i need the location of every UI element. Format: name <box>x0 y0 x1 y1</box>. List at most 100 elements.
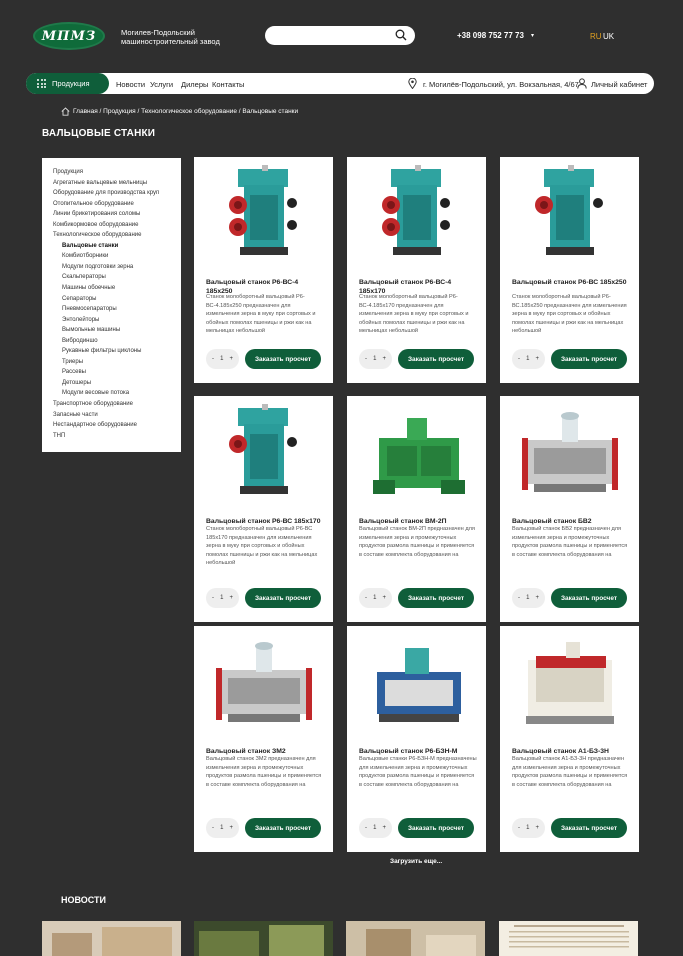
quantity-value[interactable]: 1 <box>526 825 529 831</box>
product-card[interactable]: Вальцовый станок А1-БЗ-3Н Вальцовый стано… <box>500 626 639 852</box>
sidebar-item[interactable]: Модули подготовки зерна <box>53 262 181 273</box>
sidebar-item[interactable]: Энтолейторы <box>53 315 181 326</box>
sidebar-item[interactable]: Пневмосепараторы <box>53 304 181 315</box>
sidebar-item[interactable]: Агрегатные вальцевые мельницы <box>53 178 181 189</box>
product-card[interactable]: Вальцовый станок Р6-ВС-4 185х170 Станок м… <box>347 157 486 383</box>
decrease-button[interactable]: - <box>365 595 367 601</box>
product-card[interactable]: Вальцовый станок БВ2 Вальцовый станок БВ2… <box>500 396 639 622</box>
load-more-button[interactable]: Загрузить еще... <box>390 858 442 865</box>
lang-ru[interactable]: RU <box>590 32 602 41</box>
product-card[interactable]: Вальцовый станок Р6-ВС 185х170 Станок мол… <box>194 396 333 622</box>
product-image[interactable] <box>359 404 474 499</box>
product-image[interactable] <box>206 404 321 499</box>
order-quote-button[interactable]: Заказать просчет <box>398 349 474 369</box>
increase-button[interactable]: + <box>229 825 233 831</box>
product-image[interactable] <box>359 165 474 260</box>
chevron-down-icon[interactable]: ▾ <box>531 32 534 39</box>
sidebar-item[interactable]: Машины обоечные <box>53 283 181 294</box>
product-name[interactable]: Вальцовый станок Р6-ВС 185х250 <box>512 278 630 287</box>
phone-number[interactable]: +38 098 752 77 73 <box>457 31 524 40</box>
sidebar-item[interactable]: Детошеры <box>53 378 181 389</box>
quantity-stepper[interactable]: -1 + <box>512 349 545 369</box>
news-image[interactable] <box>346 921 485 956</box>
sidebar-item[interactable]: Комбиотборники <box>53 251 181 262</box>
sidebar-item[interactable]: Рассевы <box>53 367 181 378</box>
product-image[interactable] <box>359 634 474 729</box>
catalog-button[interactable]: Продукция <box>26 73 109 94</box>
sidebar-item[interactable]: ТНП <box>53 431 181 442</box>
quantity-stepper[interactable]: -1 + <box>512 588 545 608</box>
order-quote-button[interactable]: Заказать просчет <box>551 588 627 608</box>
sidebar-item[interactable]: Скальператоры <box>53 272 181 283</box>
increase-button[interactable]: + <box>382 356 386 362</box>
sidebar-item[interactable]: Отопительное оборудование <box>53 199 181 210</box>
product-card[interactable]: Вальцовый станок Р6-ВС 185х250 Станок мол… <box>500 157 639 383</box>
increase-button[interactable]: + <box>229 356 233 362</box>
news-image[interactable] <box>42 921 181 956</box>
search-icon[interactable] <box>395 29 407 41</box>
product-image[interactable] <box>512 165 627 260</box>
breadcrumb[interactable]: Главная / Продукция / Технологическое об… <box>73 108 298 115</box>
product-card[interactable]: Вальцовый станок ЗМ2 Вальцовый станок ЗМ2… <box>194 626 333 852</box>
lang-uk[interactable]: UK <box>603 32 614 41</box>
order-quote-button[interactable]: Заказать просчет <box>398 588 474 608</box>
sidebar-item[interactable]: Вымольные машины <box>53 325 181 336</box>
search-input[interactable] <box>265 26 415 45</box>
product-image[interactable] <box>512 634 627 729</box>
product-card[interactable]: Вальцовый станок Р6-ВС-4 185х250 Станок м… <box>194 157 333 383</box>
logo[interactable]: МПМЗ <box>33 22 105 50</box>
quantity-stepper[interactable]: -1 + <box>359 818 392 838</box>
personal-cabinet-link[interactable]: Личный кабинет <box>591 80 647 89</box>
sidebar-item[interactable]: Вальцовые станки <box>53 241 181 252</box>
decrease-button[interactable]: - <box>518 595 520 601</box>
home-icon[interactable] <box>61 107 70 116</box>
order-quote-button[interactable]: Заказать просчет <box>398 818 474 838</box>
increase-button[interactable]: + <box>535 825 539 831</box>
increase-button[interactable]: + <box>229 595 233 601</box>
news-image[interactable] <box>499 921 638 956</box>
order-quote-button[interactable]: Заказать просчет <box>245 588 321 608</box>
sidebar-item[interactable]: Модули весовые потока <box>53 388 181 399</box>
quantity-value[interactable]: 1 <box>220 595 223 601</box>
decrease-button[interactable]: - <box>365 825 367 831</box>
sidebar-item[interactable]: Триеры <box>53 357 181 368</box>
nav-link-news[interactable]: Новости <box>116 80 145 89</box>
product-image[interactable] <box>206 165 321 260</box>
decrease-button[interactable]: - <box>518 356 520 362</box>
product-image[interactable] <box>512 404 627 499</box>
order-quote-button[interactable]: Заказать просчет <box>245 818 321 838</box>
product-card[interactable]: Вальцовый станок ВМ-2П Вальцовый станок В… <box>347 396 486 622</box>
quantity-value[interactable]: 1 <box>526 595 529 601</box>
increase-button[interactable]: + <box>382 595 386 601</box>
order-quote-button[interactable]: Заказать просчет <box>245 349 321 369</box>
quantity-stepper[interactable]: -1 + <box>206 818 239 838</box>
product-card[interactable]: Вальцовый станок Р6-БЗН-М Вальцовые станк… <box>347 626 486 852</box>
order-quote-button[interactable]: Заказать просчет <box>551 349 627 369</box>
news-image[interactable] <box>194 921 333 956</box>
quantity-stepper[interactable]: -1 + <box>359 349 392 369</box>
decrease-button[interactable]: - <box>212 825 214 831</box>
quantity-stepper[interactable]: -1 + <box>206 588 239 608</box>
quantity-stepper[interactable]: -1 + <box>512 818 545 838</box>
sidebar-item[interactable]: Технологическое оборудование <box>53 230 181 241</box>
increase-button[interactable]: + <box>535 595 539 601</box>
sidebar-item[interactable]: Линии брикетирования соломы <box>53 209 181 220</box>
quantity-value[interactable]: 1 <box>373 825 376 831</box>
quantity-value[interactable]: 1 <box>373 356 376 362</box>
decrease-button[interactable]: - <box>518 825 520 831</box>
quantity-stepper[interactable]: -1 + <box>206 349 239 369</box>
product-image[interactable] <box>206 634 321 729</box>
order-quote-button[interactable]: Заказать просчет <box>551 818 627 838</box>
decrease-button[interactable]: - <box>212 595 214 601</box>
sidebar-item[interactable]: Сепараторы <box>53 294 181 305</box>
nav-link-dealers[interactable]: Дилеры <box>181 80 208 89</box>
nav-link-services[interactable]: Услуги <box>150 80 173 89</box>
nav-link-contacts[interactable]: Контакты <box>212 80 244 89</box>
increase-button[interactable]: + <box>535 356 539 362</box>
increase-button[interactable]: + <box>382 825 386 831</box>
sidebar-item[interactable]: Нестандартное оборудование <box>53 420 181 431</box>
sidebar-item[interactable]: Оборудование для производства круп <box>53 188 181 199</box>
quantity-value[interactable]: 1 <box>526 356 529 362</box>
decrease-button[interactable]: - <box>212 356 214 362</box>
quantity-value[interactable]: 1 <box>220 356 223 362</box>
